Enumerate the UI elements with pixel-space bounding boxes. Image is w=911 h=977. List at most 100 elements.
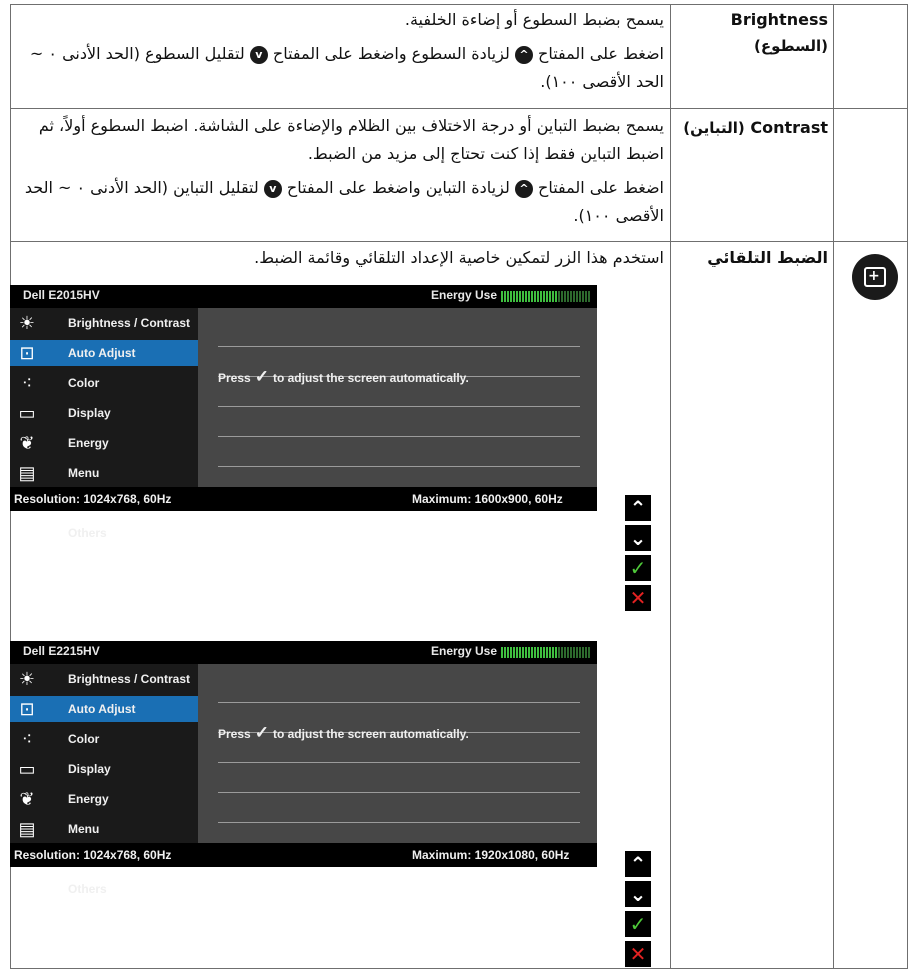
energy-meter-tick — [513, 647, 515, 658]
energy-meter-tick — [561, 291, 563, 302]
osd-menu-item-label: Display — [68, 762, 111, 776]
osd-status-bar: Resolution: 1024x768, 60Hz Maximum: 1920… — [10, 843, 597, 867]
row-divider — [10, 241, 908, 242]
up-button[interactable]: ⌃ — [625, 851, 651, 877]
energy-meter-tick — [513, 291, 515, 302]
ok-button[interactable]: ✓ — [625, 555, 651, 581]
down-button[interactable]: ⌄ — [625, 881, 651, 907]
osd-menu-item-auto-adjust[interactable]: ⊡ Auto Adjust — [10, 696, 198, 722]
osd-separator-line — [218, 466, 580, 467]
energy-meter-tick — [537, 647, 539, 658]
auto-adjust-icon: + — [852, 254, 898, 300]
table-border-bottom — [10, 968, 908, 969]
energy-meter-tick — [543, 291, 545, 302]
energy-meter-tick — [585, 647, 587, 658]
exit-button[interactable]: ✕ — [625, 585, 651, 611]
rectangle-icon: ▭ — [18, 403, 36, 423]
energy-meter-tick — [579, 291, 581, 302]
exit-button[interactable]: ✕ — [625, 941, 651, 967]
contrast-description: يسمح بضبط التباين أو درجة الاختلاف بين ا… — [14, 112, 664, 236]
column-divider — [833, 4, 834, 969]
osd-menu-item-label: Energy — [68, 436, 109, 450]
energy-meter-tick — [534, 647, 536, 658]
energy-meter-tick — [516, 647, 518, 658]
osd-separator-line — [218, 762, 580, 763]
osd-status-bar: Resolution: 1024x768, 60Hz Maximum: 1600… — [10, 487, 597, 511]
osd-model-name: Dell E2015HV — [23, 288, 100, 302]
energy-use-meter — [501, 647, 594, 658]
brightness-para-2: اضغط على المفتاح ^ لزيادة السطوع واضغط ع… — [29, 44, 664, 91]
osd-menu-item-label: Brightness / Contrast — [68, 316, 191, 330]
osd-menu-item-display[interactable]: ▭ Display — [10, 400, 198, 426]
osd-menu-item-label: Menu — [68, 466, 100, 480]
table-border-top — [10, 4, 908, 5]
osd-resolution: Resolution: 1024x768, 60Hz — [14, 492, 172, 506]
energy-meter-tick — [531, 647, 533, 658]
osd-menu-item-energy[interactable]: ❦ Energy — [10, 430, 198, 456]
sun-icon: ☀ — [18, 313, 36, 333]
osd-maximum: Maximum: 1920x1080, 60Hz — [412, 848, 570, 862]
auto-adjust-label: الضبط التلقائي — [707, 248, 828, 267]
osd-menu-item-auto-adjust[interactable]: ⊡ Auto Adjust — [10, 340, 198, 366]
sun-icon: ☀ — [18, 669, 36, 689]
energy-meter-tick — [567, 291, 569, 302]
energy-meter-tick — [552, 647, 554, 658]
osd-menu-item-energy[interactable]: ❦ Energy — [10, 786, 198, 812]
osd-maximum: Maximum: 1600x900, 60Hz — [412, 492, 563, 506]
osd-menu-item-others[interactable]: ☰ Others — [10, 520, 198, 546]
osd-menu-item-brightness-contrast[interactable]: ☀ Brightness / Contrast — [10, 666, 198, 692]
row-divider — [10, 108, 908, 109]
contrast-label: Contrast (التباين) — [674, 118, 828, 137]
energy-meter-tick — [546, 647, 548, 658]
up-key-icon: ^ — [514, 45, 533, 64]
auto-adjust-para-1: استخدم هذا الزر لتمكين خاصية الإعداد الت… — [254, 248, 664, 267]
energy-meter-tick — [570, 291, 572, 302]
osd-menu-item-menu[interactable]: ▤ Menu — [10, 816, 198, 842]
energy-meter-tick — [549, 291, 551, 302]
osd-menu-item-color[interactable]: ⁖ Color — [10, 726, 198, 752]
osd-separator-line — [218, 702, 580, 703]
down-button[interactable]: ⌄ — [625, 525, 651, 551]
energy-meter-tick — [570, 647, 572, 658]
up-button[interactable]: ⌃ — [625, 495, 651, 521]
energy-meter-tick — [507, 647, 509, 658]
osd-menu-item-label: Color — [68, 376, 100, 390]
osd-menu-item-brightness-contrast[interactable]: ☀ Brightness / Contrast — [10, 310, 198, 336]
energy-meter-tick — [510, 291, 512, 302]
osd-screen-1: Dell E2015HV Energy Use ☀ Brightness / Co… — [10, 285, 597, 543]
osd-menu-item-label: Auto Adjust — [68, 346, 136, 360]
down-key-icon: v — [263, 179, 282, 198]
energy-meter-tick — [519, 291, 521, 302]
energy-meter-tick — [564, 291, 566, 302]
osd-separator-line — [218, 792, 580, 793]
osd-title-bar: Dell E2015HV Energy Use — [10, 285, 597, 308]
energy-meter-tick — [519, 647, 521, 658]
check-icon: ✓ — [254, 723, 269, 742]
osd-auto-adjust-message: Press ✓ to adjust the screen automatically… — [218, 367, 469, 386]
energy-meter-tick — [561, 647, 563, 658]
osd-menu-item-label: Auto Adjust — [68, 702, 136, 716]
energy-meter-tick — [510, 647, 512, 658]
contrast-para-1: يسمح بضبط التباين أو درجة الاختلاف بين ا… — [38, 116, 664, 163]
energy-meter-tick — [504, 647, 506, 658]
energy-meter-tick — [525, 291, 527, 302]
column-divider — [670, 4, 671, 969]
osd-menu-item-color[interactable]: ⁖ Color — [10, 370, 198, 396]
osd-menu-item-menu[interactable]: ▤ Menu — [10, 460, 198, 486]
osd-menu-item-display[interactable]: ▭ Display — [10, 756, 198, 782]
auto-adjust-description: استخدم هذا الزر لتمكين خاصية الإعداد الت… — [14, 244, 664, 278]
ok-button[interactable]: ✓ — [625, 911, 651, 937]
energy-meter-tick — [504, 291, 506, 302]
energy-meter-tick — [558, 647, 560, 658]
osd-menu-item-label: Menu — [68, 822, 100, 836]
osd-menu: ☀ Brightness / Contrast ⊡ Auto Adjust ⁖ Color… — [10, 664, 198, 899]
osd-separator-line — [218, 346, 580, 347]
energy-meter-tick — [576, 647, 578, 658]
energy-meter-tick — [585, 291, 587, 302]
energy-meter-tick — [540, 647, 542, 658]
osd-title-bar: Dell E2215HV Energy Use — [10, 641, 597, 664]
energy-meter-tick — [588, 647, 590, 658]
osd-menu-item-others[interactable]: ☰ Others — [10, 876, 198, 902]
energy-meter-tick — [522, 291, 524, 302]
energy-meter-tick — [501, 647, 503, 658]
